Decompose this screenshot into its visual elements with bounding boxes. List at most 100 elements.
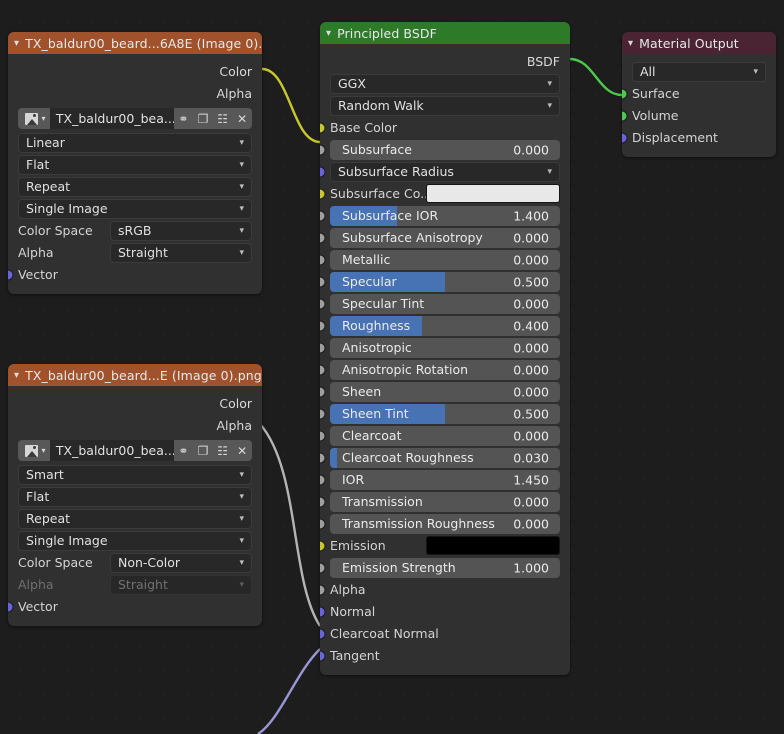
input-row-subsurface-ior[interactable]: Subsurface IOR 1.400 <box>320 205 560 226</box>
socket-anisotropic-rotation-in[interactable] <box>320 364 326 375</box>
input-row-normal[interactable]: Normal <box>320 601 560 622</box>
image-name-field[interactable]: TX_baldur00_bea... <box>49 440 174 461</box>
extension-dropdown-row[interactable]: Repeat ▾ <box>18 508 252 529</box>
socket-subsurface-co-in[interactable] <box>320 188 326 199</box>
input-row-sheen[interactable]: Sheen 0.000 <box>320 381 560 402</box>
projection-dropdown[interactable]: Flat ▾ <box>18 486 252 507</box>
node-image-texture-1[interactable]: ▾ TX_baldur00_beard...6A8E (Image 0).png… <box>8 32 262 294</box>
color-space-dropdown[interactable]: Non-Color ▾ <box>110 552 252 573</box>
chevron-down-icon[interactable]: ▾ <box>41 446 45 455</box>
color-space-row[interactable]: Color Space Non-Color ▾ <box>18 552 252 573</box>
anisotropic-slider[interactable]: Anisotropic 0.000 <box>330 337 560 358</box>
output-socket-row-alpha[interactable]: Alpha <box>18 83 252 104</box>
socket-subsurface-in[interactable] <box>320 144 326 155</box>
interpolation-dropdown[interactable]: Linear ▾ <box>18 132 252 153</box>
pack-icon[interactable]: ☷ <box>212 108 233 129</box>
extension-dropdown[interactable]: Repeat ▾ <box>18 508 252 529</box>
socket-tangent-in[interactable] <box>320 650 326 661</box>
socket-clearcoat-roughness-in[interactable] <box>320 452 326 463</box>
node-header-image-texture-2[interactable]: ▾ TX_baldur00_beard...E (Image 0).png.00… <box>8 364 262 386</box>
input-row-roughness[interactable]: Roughness 0.400 <box>320 315 560 336</box>
input-row-anisotropic-rotation[interactable]: Anisotropic Rotation 0.000 <box>320 359 560 380</box>
input-row-emission[interactable]: Emission <box>320 535 560 556</box>
source-dropdown[interactable]: Single Image ▾ <box>18 198 252 219</box>
copy-icon[interactable]: ❐ <box>193 440 213 461</box>
input-row-metallic[interactable]: Metallic 0.000 <box>320 249 560 270</box>
chevron-down-icon[interactable]: ▾ <box>14 370 19 381</box>
socket-specular-tint-in[interactable] <box>320 298 326 309</box>
input-socket-row-vector[interactable]: Vector <box>8 596 252 617</box>
sheen-tint-slider[interactable]: Sheen Tint 0.500 <box>330 403 560 424</box>
output-socket-row-color[interactable]: Color <box>18 393 252 414</box>
anisotropic-rotation-slider[interactable]: Anisotropic Rotation 0.000 <box>330 359 560 380</box>
socket-alpha-in[interactable] <box>320 584 326 595</box>
extension-dropdown[interactable]: Repeat ▾ <box>18 176 252 197</box>
image-name-field[interactable]: TX_baldur00_bea... <box>49 108 174 129</box>
socket-subsurface-radius-in[interactable] <box>320 166 326 177</box>
input-row-sheen-tint[interactable]: Sheen Tint 0.500 <box>320 403 560 424</box>
close-icon[interactable]: ✕ <box>232 440 252 461</box>
projection-dropdown-row[interactable]: Flat ▾ <box>18 486 252 507</box>
interpolation-dropdown-row[interactable]: Smart ▾ <box>18 464 252 485</box>
socket-vector-in[interactable] <box>8 269 14 280</box>
socket-clearcoat-in[interactable] <box>320 430 326 441</box>
chevron-down-icon[interactable]: ▾ <box>14 38 19 49</box>
socket-roughness-in[interactable] <box>320 320 326 331</box>
output-socket-row-alpha[interactable]: Alpha <box>18 415 252 436</box>
chevron-down-icon[interactable]: ▾ <box>326 28 331 39</box>
metallic-slider[interactable]: Metallic 0.000 <box>330 249 560 270</box>
socket-emission-strength-in[interactable] <box>320 562 326 573</box>
node-principled-bsdf[interactable]: ▾ Principled BSDF BSDF GGX ▾ Random Walk… <box>320 22 570 675</box>
distribution-dropdown-row[interactable]: GGX ▾ <box>330 73 560 94</box>
socket-subsurface-ior-in[interactable] <box>320 210 326 221</box>
emission-color-swatch[interactable] <box>426 536 560 555</box>
input-row-ior[interactable]: IOR 1.450 <box>320 469 560 490</box>
socket-specular-in[interactable] <box>320 276 326 287</box>
output-socket-row-color[interactable]: Color <box>18 61 252 82</box>
shield-icon[interactable]: ⚭ <box>173 108 194 129</box>
input-socket-row-surface[interactable]: Surface <box>622 83 766 104</box>
input-row-subsurface[interactable]: Subsurface 0.000 <box>320 139 560 160</box>
output-socket-row-bsdf[interactable]: BSDF <box>330 51 560 72</box>
clearcoat-slider[interactable]: Clearcoat 0.000 <box>330 425 560 446</box>
image-datablock-widget[interactable]: ▾ TX_baldur00_bea... ⚭ ❐ ☷ ✕ <box>18 440 252 461</box>
interpolation-dropdown-row[interactable]: Linear ▾ <box>18 132 252 153</box>
input-row-subsurface-radius[interactable]: Subsurface Radius ▾ <box>320 161 560 182</box>
extension-dropdown-row[interactable]: Repeat ▾ <box>18 176 252 197</box>
socket-displacement-in[interactable] <box>622 132 628 143</box>
emission-strength-slider[interactable]: Emission Strength 1.000 <box>330 557 560 578</box>
close-icon[interactable]: ✕ <box>232 108 252 129</box>
transmission-roughness-slider[interactable]: Transmission Roughness 0.000 <box>330 513 560 534</box>
socket-volume-in[interactable] <box>622 110 628 121</box>
socket-base-color-in[interactable] <box>320 122 326 133</box>
image-browse-icon[interactable]: ▾ <box>18 108 50 129</box>
shield-icon[interactable]: ⚭ <box>173 440 194 461</box>
source-dropdown[interactable]: Single Image ▾ <box>18 530 252 551</box>
target-dropdown-row[interactable]: All ▾ <box>632 61 766 82</box>
projection-dropdown[interactable]: Flat ▾ <box>18 154 252 175</box>
target-dropdown[interactable]: All ▾ <box>632 61 766 82</box>
socket-surface-in[interactable] <box>622 88 628 99</box>
input-row-clearcoat-normal[interactable]: Clearcoat Normal <box>320 623 560 644</box>
input-row-emission-strength[interactable]: Emission Strength 1.000 <box>320 557 560 578</box>
source-dropdown-row[interactable]: Single Image ▾ <box>18 198 252 219</box>
subsurface-slider[interactable]: Subsurface 0.000 <box>330 139 560 160</box>
chevron-down-icon[interactable]: ▾ <box>41 114 45 123</box>
socket-sheen-tint-in[interactable] <box>320 408 326 419</box>
color-space-dropdown[interactable]: sRGB ▾ <box>110 220 252 241</box>
input-row-alpha[interactable]: Alpha <box>320 579 560 600</box>
input-row-transmission-roughness[interactable]: Transmission Roughness 0.000 <box>320 513 560 534</box>
input-socket-row-vector[interactable]: Vector <box>8 264 252 285</box>
subsurface-method-dropdown-row[interactable]: Random Walk ▾ <box>330 95 560 116</box>
node-material-output[interactable]: ▾ Material Output All ▾ Surface Volume D… <box>622 32 776 157</box>
input-row-anisotropic[interactable]: Anisotropic 0.000 <box>320 337 560 358</box>
subsurface-ior-slider[interactable]: Subsurface IOR 1.400 <box>330 205 560 226</box>
node-editor-canvas[interactable]: ▾ TX_baldur00_beard...6A8E (Image 0).png… <box>0 0 784 734</box>
distribution-dropdown[interactable]: GGX ▾ <box>330 73 560 94</box>
input-row-clearcoat-roughness[interactable]: Clearcoat Roughness 0.030 <box>320 447 560 468</box>
node-header-image-texture-1[interactable]: ▾ TX_baldur00_beard...6A8E (Image 0).png <box>8 32 262 54</box>
node-header-principled-bsdf[interactable]: ▾ Principled BSDF <box>320 22 570 44</box>
socket-vector-in[interactable] <box>8 601 14 612</box>
node-image-texture-2[interactable]: ▾ TX_baldur00_beard...E (Image 0).png.00… <box>8 364 262 626</box>
input-row-transmission[interactable]: Transmission 0.000 <box>320 491 560 512</box>
